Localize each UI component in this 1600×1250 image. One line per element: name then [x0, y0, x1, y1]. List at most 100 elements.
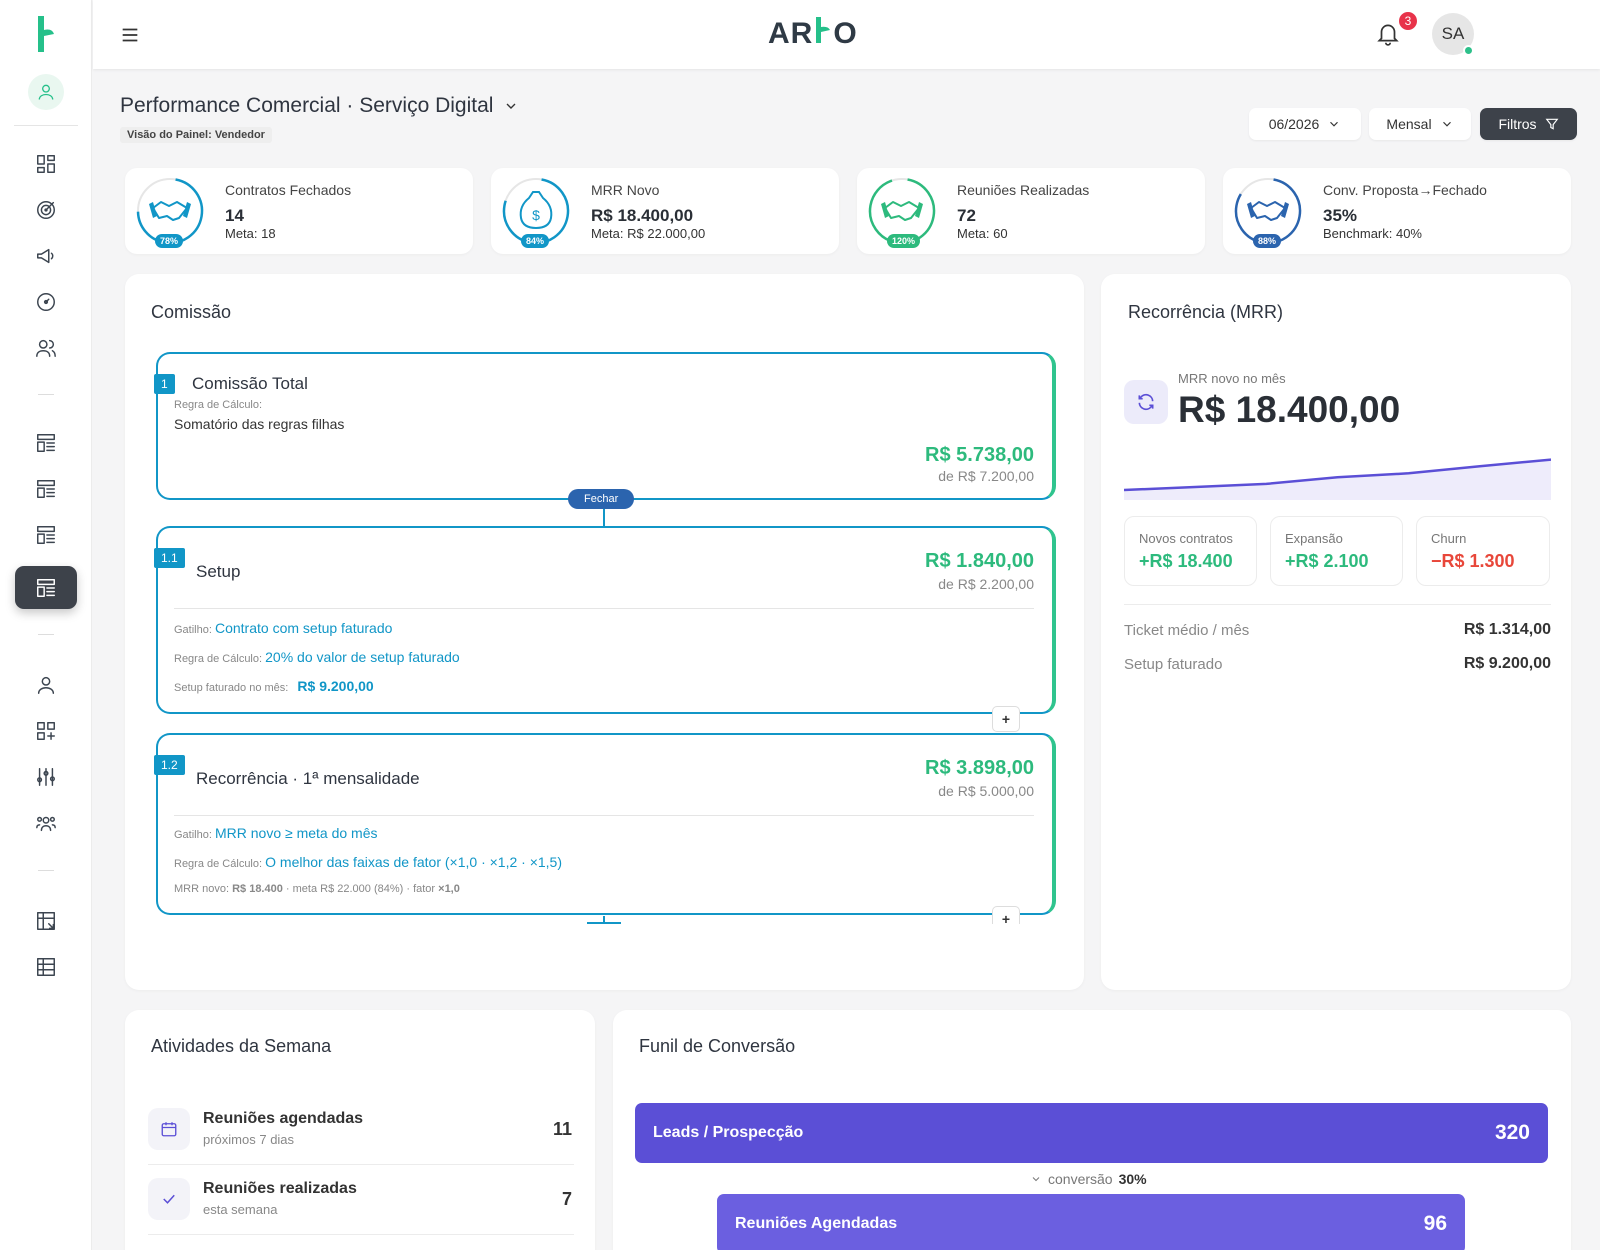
- new-contracts-card: Novos contratos +R$ 18.400: [1124, 516, 1257, 586]
- kpi-percent-badge: 120%: [887, 234, 921, 248]
- team-icon[interactable]: [30, 807, 62, 839]
- churn-value: −R$ 1.300: [1431, 551, 1515, 571]
- page-title[interactable]: Performance Comercial · Serviço Digital: [120, 94, 519, 118]
- trigger-label: Gatilho:: [174, 829, 212, 841]
- ticket-label: Ticket médio / mês: [1124, 622, 1250, 639]
- megaphone-icon[interactable]: [30, 240, 62, 272]
- check-icon: [148, 1178, 190, 1220]
- activity-sub: esta semana: [203, 1202, 278, 1217]
- brand-logo: AR O: [768, 15, 858, 53]
- add-rule-button[interactable]: +: [992, 906, 1020, 924]
- detail-mid: · meta R$ 22.000 (84%) · fator: [282, 883, 439, 895]
- calendar-icon: [148, 1108, 190, 1150]
- rule-card-setup[interactable]: 1.1 Setup R$ 1.840,00 de R$ 2.200,00 Gat…: [154, 526, 1056, 714]
- divider: [174, 608, 1034, 609]
- rule-label: Regra de Cálculo:: [174, 653, 263, 665]
- money-bag-icon: $: [519, 191, 553, 230]
- kpi-card[interactable]: $84% MRR Novo R$ 18.400,00 Meta: R$ 22.000,…: [491, 168, 839, 254]
- detail-mrr: R$ 18.400: [232, 883, 283, 895]
- expansion-label: Expansão: [1285, 531, 1343, 546]
- kpi-value: R$ 18.400,00: [591, 206, 694, 225]
- report-icon-2[interactable]: [30, 473, 62, 505]
- rule-tag: 1.2: [154, 755, 185, 775]
- table-export-icon[interactable]: [30, 905, 62, 937]
- kpi-target: Benchmark: 40%: [1323, 226, 1422, 241]
- mrr-caption: MRR novo no mês: [1178, 371, 1286, 386]
- report-icon-active[interactable]: [15, 566, 77, 609]
- brand-text-right: O: [833, 17, 858, 50]
- period-select[interactable]: 06/2026: [1249, 108, 1361, 140]
- filters-button[interactable]: Filtros: [1480, 108, 1577, 140]
- dashboard-icon[interactable]: [30, 148, 62, 180]
- kpi-card[interactable]: 120% Reuniões Realizadas 72 Meta: 60: [857, 168, 1205, 254]
- trigger-value: Contrato com setup faturado: [214, 620, 393, 636]
- kpi-card[interactable]: 88% Conv. Proposta→Fechado 35% Benchmark: 4…: [1223, 168, 1571, 254]
- brand-text-left: AR: [768, 17, 814, 50]
- top-header: AR O: [93, 0, 1600, 69]
- divider: [174, 815, 1034, 816]
- divider: [148, 1234, 574, 1235]
- handshake-icon: [881, 201, 923, 221]
- app-logo-icon[interactable]: [34, 14, 58, 59]
- report-icon-1[interactable]: [30, 427, 62, 459]
- rule-tag: 1: [154, 374, 175, 394]
- rule-name: Comissão Total: [192, 374, 308, 393]
- kpi-value: 35%: [1323, 206, 1358, 225]
- page-title-text: Performance Comercial · Serviço Digital: [120, 94, 494, 117]
- setup-value: R$ 9.200,00: [1463, 655, 1551, 672]
- divider: [1124, 604, 1551, 605]
- billed-row: Setup faturado no mês: R$ 9.200,00: [174, 678, 374, 694]
- rule-of: de R$ 5.000,00: [938, 783, 1034, 799]
- add-rule-button[interactable]: +: [992, 706, 1020, 732]
- kpi-target: Meta: 60: [957, 226, 1008, 241]
- gauge-icon[interactable]: [30, 286, 62, 318]
- funnel-title: Funil de Conversão: [639, 1036, 796, 1056]
- funnel-stage-meetings[interactable]: Reuniões Agendadas 96: [717, 1194, 1465, 1250]
- activity-count: 7: [561, 1189, 572, 1209]
- target-icon[interactable]: [30, 194, 62, 226]
- churn-label: Churn: [1431, 531, 1467, 546]
- conversion-label: conversão: [1048, 1171, 1113, 1187]
- kpi-percent-badge: 78%: [155, 234, 184, 248]
- kpi-label: MRR Novo: [591, 182, 660, 198]
- add-widget-icon[interactable]: [30, 715, 62, 747]
- trigger-value: MRR novo ≥ meta do mês: [214, 825, 378, 841]
- handshake-icon: [1247, 201, 1289, 221]
- sidebar: [0, 0, 92, 1250]
- table-icon[interactable]: [30, 951, 62, 983]
- view-badge: Visão do Painel: Vendedor: [120, 127, 272, 143]
- users-icon[interactable]: [30, 332, 62, 364]
- billed-value: R$ 9.200,00: [297, 678, 374, 694]
- profile-icon[interactable]: [28, 74, 64, 110]
- trigger-row: Gatilho: Contrato com setup faturado: [174, 620, 392, 636]
- hamburger-menu-icon[interactable]: [119, 24, 143, 48]
- granularity-select[interactable]: Mensal: [1369, 108, 1471, 140]
- rule-label: Regra de Cálculo:: [174, 399, 263, 411]
- add-rule-button-clip: +: [992, 906, 1020, 924]
- rule-name: Setup: [196, 562, 241, 581]
- kpi-target: Meta: R$ 22.000,00: [591, 226, 706, 241]
- sliders-icon[interactable]: [30, 761, 62, 793]
- divider: [148, 1164, 574, 1165]
- funnel-stage-leads[interactable]: Leads / Prospecção 320: [635, 1103, 1548, 1163]
- rule-tag: 1.1: [154, 548, 185, 568]
- conversion-rate: conversão 30%: [1030, 1171, 1147, 1187]
- online-status-dot: [1463, 45, 1474, 56]
- conversion-value: 30%: [1118, 1171, 1147, 1187]
- kpi-label: Contratos Fechados: [225, 182, 352, 198]
- filter-icon: [1545, 118, 1559, 130]
- funnel-stage-value: 320: [1494, 1121, 1530, 1144]
- rule-amount: R$ 1.840,00: [925, 550, 1034, 572]
- user-icon[interactable]: [30, 669, 62, 701]
- close-button[interactable]: Fechar: [568, 489, 635, 509]
- rule-card-recurring[interactable]: 1.2 Recorrência · 1ª mensalidade R$ 3.89…: [154, 733, 1056, 915]
- funnel-stage-label: Leads / Prospecção: [653, 1124, 804, 1141]
- activity-title: Reuniões agendadas: [203, 1110, 364, 1127]
- expansion-card: Expansão +R$ 2.100: [1270, 516, 1403, 586]
- report-icon-3[interactable]: [30, 519, 62, 551]
- activity-count: 11: [552, 1119, 572, 1139]
- kpi-percent-badge: 88%: [1253, 234, 1282, 248]
- rule-card-total[interactable]: 1 Comissão Total Regra de Cálculo: Somat…: [154, 352, 1056, 500]
- connector-line: [603, 509, 605, 526]
- kpi-card[interactable]: 78% Contratos Fechados 14 Meta: 18: [125, 168, 473, 254]
